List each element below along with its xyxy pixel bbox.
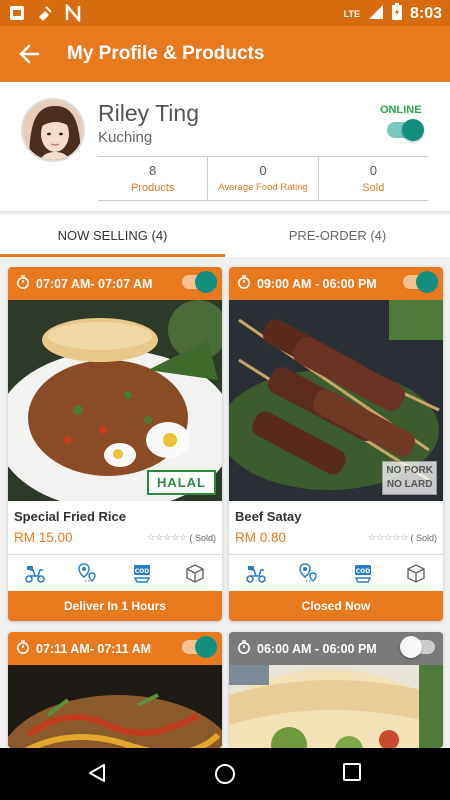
card-footer-status[interactable]: Deliver In 1 Hours [8,591,222,621]
product-price: RM 15.00 [14,530,73,545]
svg-text:COD: COD [135,568,150,575]
tab-pre-order[interactable]: PRE-ORDER (4) [225,215,450,257]
stat-sold[interactable]: 0 Sold [319,157,428,200]
network-type: LTE [343,9,360,19]
satellite-icon [36,4,54,22]
stat-value: 8 [149,163,157,178]
toggle-knob [400,636,422,658]
location-pin-icon [77,562,99,584]
product-photo: HALAL [8,300,222,501]
stat-value: 0 [369,163,377,178]
online-toggle[interactable] [387,119,424,141]
system-nav-bar [0,748,450,800]
halal-badge: HALAL [146,470,216,495]
app-bar: My Profile & Products [0,26,450,82]
n-logo-icon [64,2,82,24]
product-photo [229,665,443,748]
stat-products[interactable]: 8 Products [98,157,209,200]
timer-icon [16,640,30,657]
stat-value: 0 [259,163,267,178]
page-title: My Profile & Products [67,43,265,64]
product-rating: ☆☆☆☆☆ ( Sold) [368,532,437,543]
cod-icon: COD [131,562,153,584]
location-pin-icon [298,562,320,584]
profile-stats: 8 Products 0 Average Food Rating 0 Sold [98,156,428,201]
product-toggle[interactable] [400,636,435,658]
back-arrow-icon[interactable] [16,40,44,68]
card-time: 07:11 AM- 07:11 AM [36,641,152,656]
cod-icon: COD [352,562,374,584]
card-footer-status[interactable]: Closed Now [229,591,443,621]
tab-now-selling[interactable]: NOW SELLING (4) [0,215,225,257]
stat-label: Sold [362,182,385,194]
card-header: 07:07 AM- 07:07 AM [8,267,222,300]
nav-home-icon[interactable] [213,762,237,791]
product-toggle[interactable] [403,271,438,293]
timer-icon [237,640,251,657]
toggle-knob [195,636,217,658]
timer-icon [237,275,251,292]
card-time: 09:00 AM - 06:00 PM [257,276,377,291]
timer-icon [16,275,30,292]
product-name: Beef Satay [235,509,302,524]
product-name: Special Fried Rice [14,509,126,524]
delivery-options: COD [8,554,222,591]
card-time: 07:07 AM- 07:07 AM [36,276,153,291]
product-card[interactable]: 09:00 AM - 06:00 PM NO PORK NO LARD Beef… [229,267,443,621]
star-icon: ☆☆☆☆☆ [147,532,188,542]
stat-rating[interactable]: 0 Average Food Rating [208,157,319,200]
badge-line: NO PORK [386,465,433,476]
notification-app-icon [8,4,26,22]
delivery-options: COD [229,554,443,591]
profile-name: Riley Ting [98,100,199,126]
toggle-knob [402,119,424,141]
toggle-knob [416,271,438,293]
star-icon: ☆☆☆☆☆ [368,532,409,542]
avatar[interactable] [21,98,85,162]
product-photo [8,665,222,748]
card-header: 07:11 AM- 07:11 AM [8,632,222,665]
product-photo: NO PORK NO LARD [229,300,443,501]
badge-line: NO LARD [386,479,433,490]
delivery-scooter-icon [245,562,267,584]
tab-bar: NOW SELLING (4) PRE-ORDER (4) [0,215,450,257]
card-time: 06:00 AM - 06:00 PM [257,641,377,656]
sold-count: ( Sold) [410,532,437,543]
profile-section: Riley Ting Kuching ONLINE 8 Products 0 A… [0,82,450,212]
product-card[interactable]: 06:00 AM - 06:00 PM [229,632,443,748]
svg-text:COD: COD [356,568,371,575]
package-icon [184,562,206,584]
toggle-knob [195,271,217,293]
stat-label: Average Food Rating [218,182,308,193]
no-pork-badge: NO PORK NO LARD [382,461,437,495]
product-toggle[interactable] [182,271,217,293]
nav-recents-icon[interactable] [342,762,362,787]
card-header: 06:00 AM - 06:00 PM [229,632,443,665]
stat-label: Products [130,182,175,194]
product-toggle[interactable] [182,636,217,658]
clock: 8:03 [409,5,442,22]
package-icon [405,562,427,584]
battery-icon [391,3,402,25]
signal-icon [368,4,384,25]
product-card[interactable]: 07:11 AM- 07:11 AM [8,632,222,748]
online-status-label: ONLINE [380,104,422,116]
status-bar: LTE 8:03 [0,0,450,26]
delivery-scooter-icon [24,562,46,584]
product-card[interactable]: 07:07 AM- 07:07 AM HALAL Special Fried R… [8,267,222,621]
product-rating: ☆☆☆☆☆ ( Sold) [147,532,216,543]
profile-location: Kuching [98,129,153,146]
card-header: 09:00 AM - 06:00 PM [229,267,443,300]
product-price: RM 0.80 [235,530,287,545]
sold-count: ( Sold) [189,532,216,543]
nav-back-icon[interactable] [86,762,108,789]
